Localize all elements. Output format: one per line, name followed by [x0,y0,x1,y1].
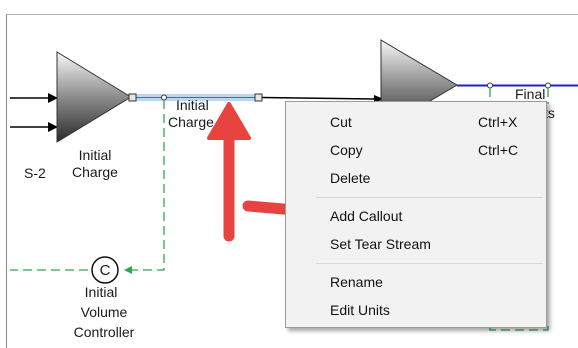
menu-item-copy[interactable]: Copy Ctrl+C [287,138,545,162]
controller-symbol: C [99,262,111,279]
mixer-block-initial-charge[interactable] [56,51,132,143]
block-label-initial-charge: Initial Charge [66,147,124,181]
stream-label-line1: Initial [176,97,209,113]
menu-item-cut[interactable]: Cut Ctrl+X [287,110,545,134]
menu-separator [316,197,543,198]
menu-separator [316,263,543,264]
inlet-stream-top[interactable] [10,93,58,103]
flowsheet-canvas[interactable]: S-2 Initial Charge Initial Charge Final … [0,0,578,348]
stream-label-line2: Charge [168,114,214,130]
menu-item-delete[interactable]: Delete [287,166,545,190]
control-signal-arrowhead [124,266,132,274]
inlet-stream-bottom[interactable] [10,122,58,132]
menu-item-shortcut: Ctrl+C [478,142,519,158]
menu-item-label: Set Tear Stream [330,236,431,252]
menu-item-label: Rename [330,274,383,290]
menu-item-label: Delete [330,170,371,186]
block-label-line2: Charge [72,164,118,180]
menu-item-add-callout[interactable]: Add Callout [287,204,545,228]
block-label-line1: Initial [78,147,112,163]
context-menu: Cut Ctrl+X Copy Ctrl+C Delete Add Callou… [285,101,547,328]
menu-item-label: Copy [330,142,363,158]
stream-to-final-block[interactable] [261,96,375,100]
menu-item-label: Cut [330,114,352,130]
stream-handle-right[interactable] [254,93,263,102]
menu-item-label: Add Callout [330,208,403,224]
controller-label: Initial Volume Controller [62,282,146,342]
stream-label-s2: S-2 [24,165,46,181]
red-arrow-icon-up [207,102,251,242]
menu-item-edit-units[interactable]: Edit Units [287,298,545,322]
controller-label-line3: Controller [73,324,135,340]
stream-handle-left[interactable] [128,93,137,102]
menu-item-label: Edit Units [330,302,390,318]
menu-item-rename[interactable]: Rename [287,270,545,294]
stream-label-initial-charge: Initial Charge [168,97,214,131]
menu-item-shortcut: Ctrl+X [478,114,518,130]
menu-item-set-tear-stream[interactable]: Set Tear Stream [287,232,545,256]
controller-label-line1: Initial [84,284,118,300]
controller-label-line2: Volume [80,304,128,320]
